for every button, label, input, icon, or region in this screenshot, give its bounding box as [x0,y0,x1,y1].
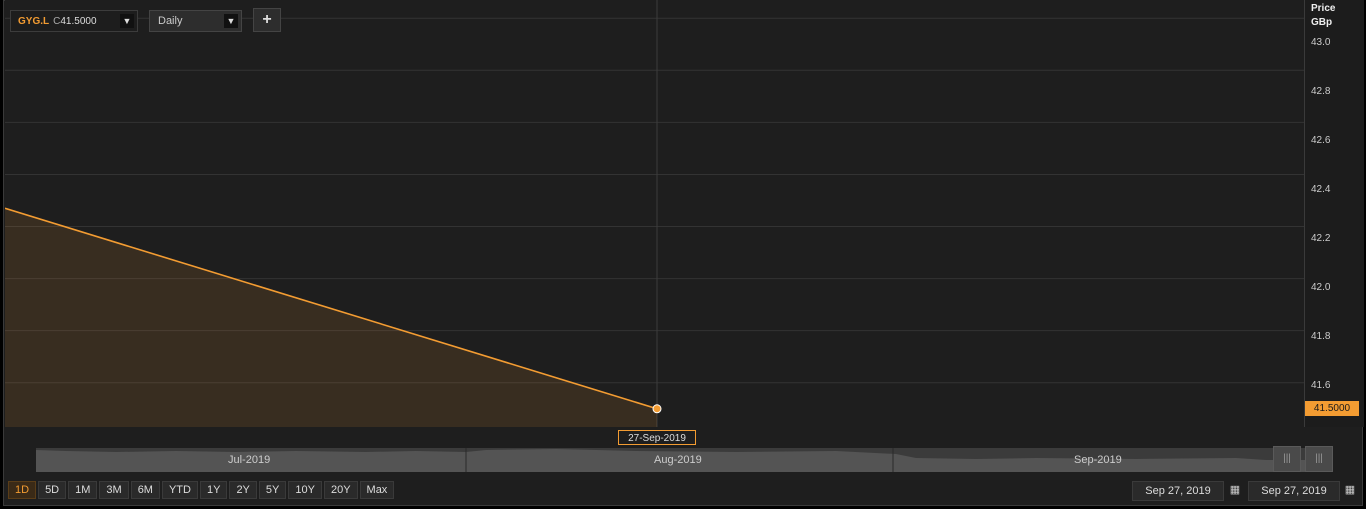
interval-dropdown[interactable]: Daily ▼ [149,10,242,32]
price-axis-unit: GBp [1311,17,1333,28]
y-tick: 42.0 [1311,282,1331,293]
plot-area[interactable] [5,0,1304,427]
instrument-selector[interactable]: GYG.L C41.5000 ▼ [10,10,138,32]
range-button-10y[interactable]: 10Y [288,481,322,499]
last-price-point[interactable] [652,404,662,414]
range-buttons: 1D 5D 1M 3M 6M YTD 1Y 2Y 5Y 10Y 20Y Max [8,481,395,499]
instrument-symbol: GYG.L [18,16,50,27]
time-navigator[interactable]: Jul-2019 Aug-2019 Sep-2019 [36,448,1333,472]
y-tick: 42.2 [1311,233,1331,244]
calendar-icon[interactable]: ▦ [1343,483,1357,497]
price-area [5,208,657,427]
navigator-label: Sep-2019 [1074,454,1122,466]
y-tick: 42.4 [1311,184,1331,195]
y-tick: 41.8 [1311,331,1331,342]
range-button-ytd[interactable]: YTD [161,481,198,499]
range-button-5d[interactable]: 5D [38,481,67,499]
chevron-down-icon[interactable]: ▼ [224,14,238,28]
navigator-label: Jul-2019 [228,454,271,466]
price-axis-label: Price [1311,3,1336,14]
interval-label: Daily [158,15,183,27]
range-button-1y[interactable]: 1Y [199,481,228,499]
navigator-left-handle[interactable]: ||| [1273,446,1301,472]
range-button-max[interactable]: Max [359,481,395,499]
range-button-1d[interactable]: 1D [8,481,37,499]
price-chart [5,0,1304,427]
y-tick: 41.6 [1311,380,1331,391]
navigator-right-handle[interactable]: ||| [1305,446,1333,472]
add-series-button[interactable]: + [253,8,281,32]
y-tick: 42.6 [1311,135,1331,146]
range-button-1m[interactable]: 1M [68,481,98,499]
calendar-icon[interactable]: ▦ [1228,483,1242,497]
end-date-field[interactable]: Sep 27, 2019 [1248,481,1340,501]
last-price-badge: 41.5000 [1305,401,1359,416]
price-axis-title: Price GBp [1311,2,1335,30]
range-button-3m[interactable]: 3M [99,481,129,499]
price-axis[interactable] [1304,0,1364,427]
navigator-label: Aug-2019 [654,454,702,466]
range-button-20y[interactable]: 20Y [323,481,358,499]
range-button-5y[interactable]: 5Y [258,481,287,499]
range-button-2y[interactable]: 2Y [229,481,257,499]
close-value: 41.5000 [60,16,97,27]
start-date-field[interactable]: Sep 27, 2019 [1132,481,1224,501]
y-tick: 42.8 [1311,86,1331,97]
range-button-6m[interactable]: 6M [130,481,160,499]
chevron-down-icon[interactable]: ▼ [120,14,134,28]
y-tick: 43.0 [1311,37,1331,48]
crosshair-date-badge: 27-Sep-2019 [618,430,696,445]
